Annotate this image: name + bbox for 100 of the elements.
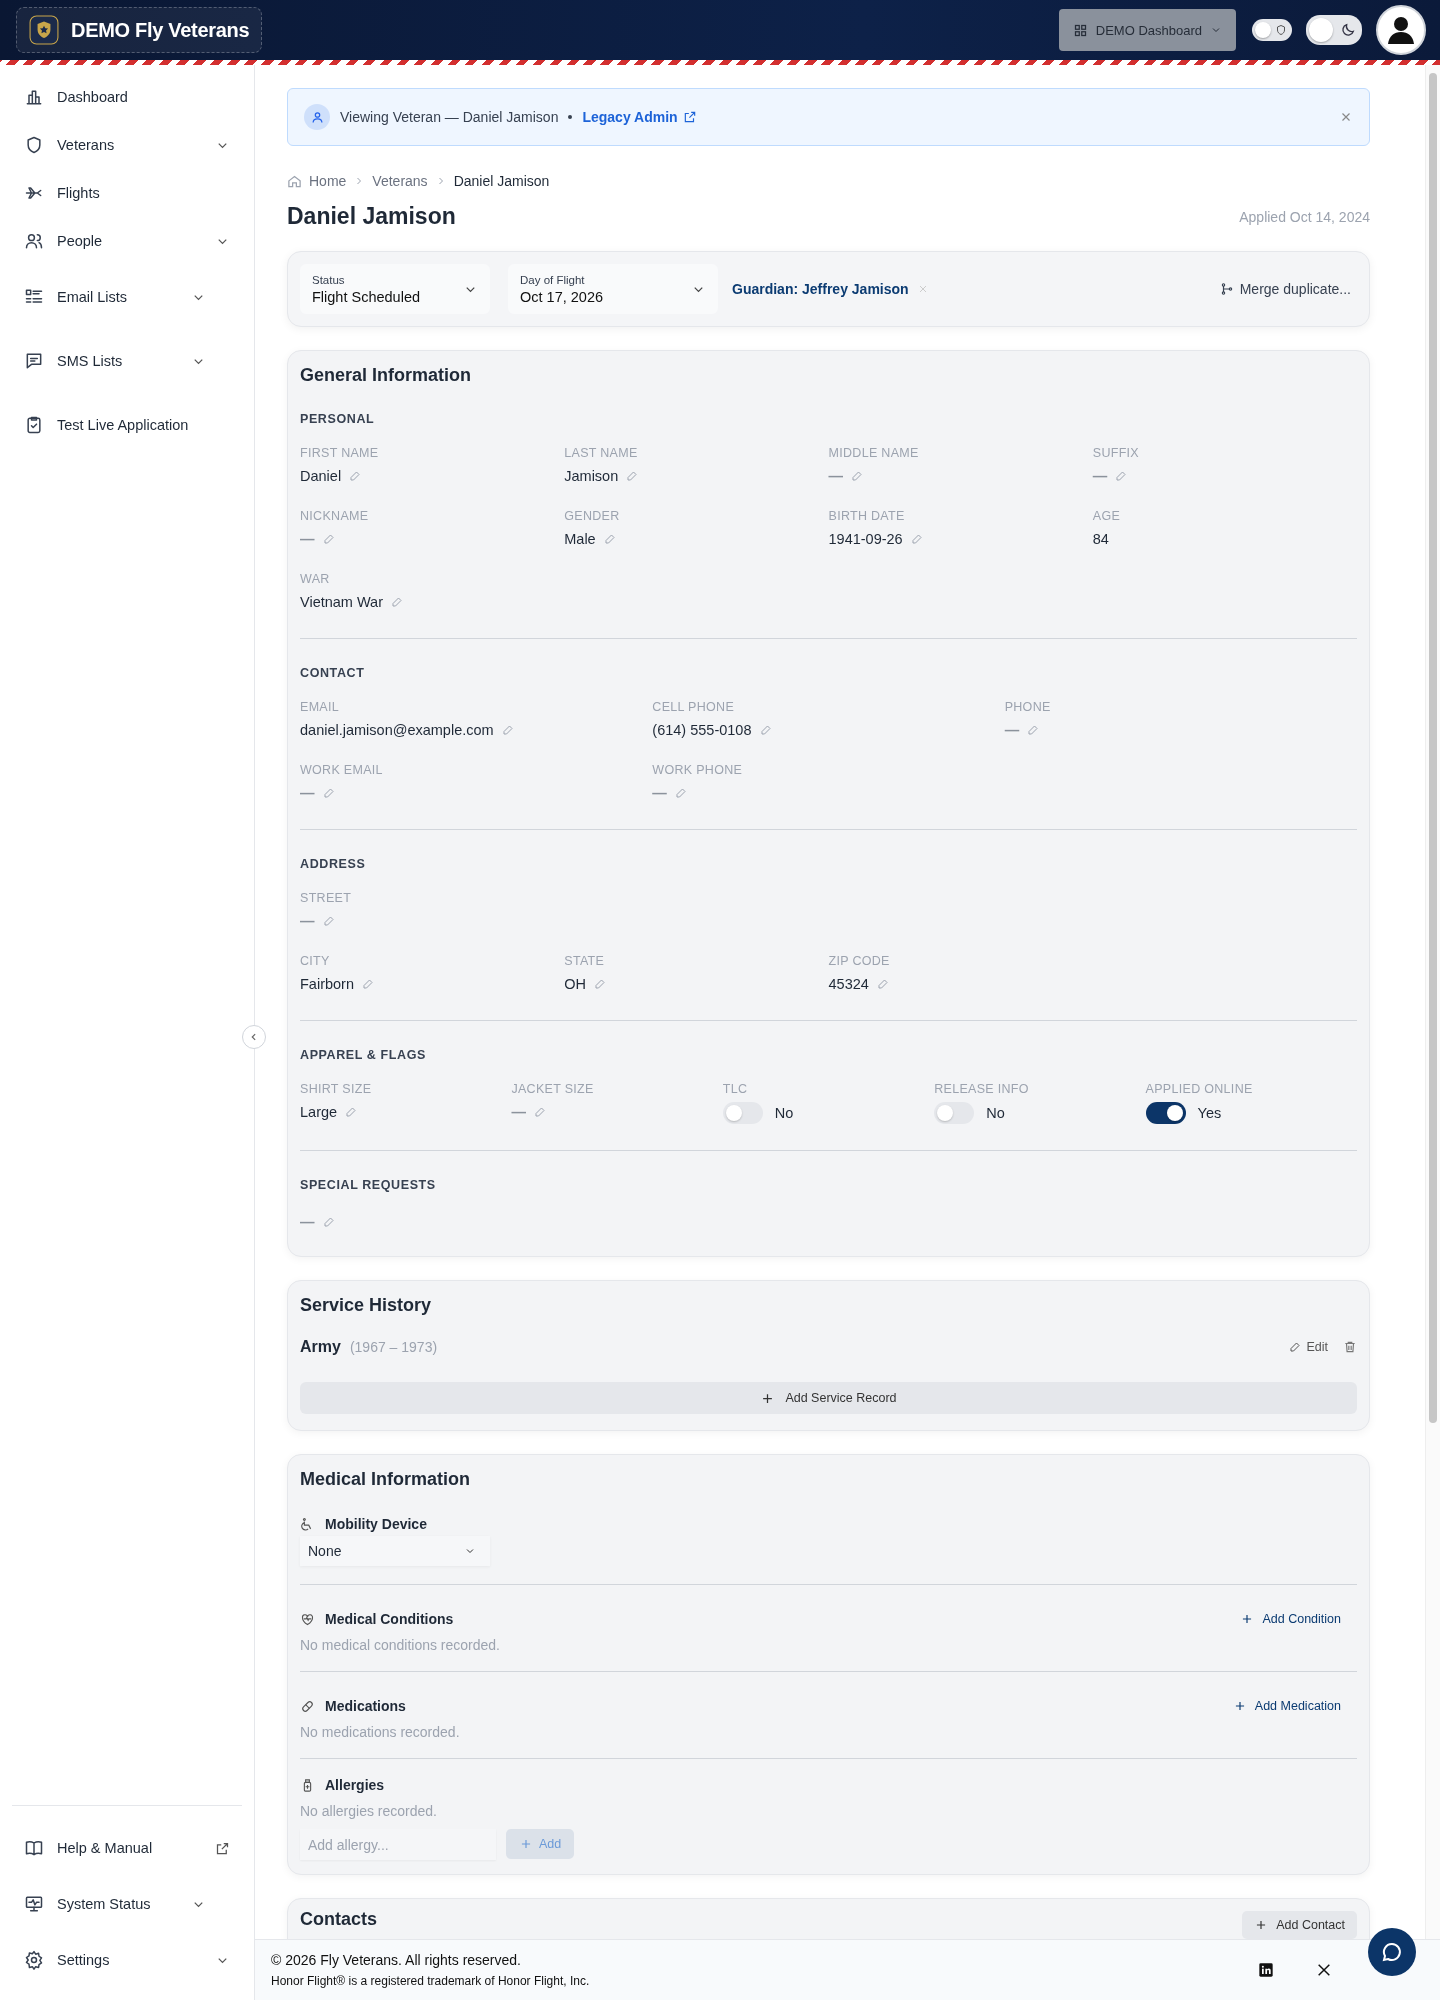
pencil-icon[interactable] — [626, 470, 639, 482]
sidebar-item[interactable]: Email Lists — [0, 273, 254, 321]
add-contact-button[interactable]: Add Contact — [1242, 1911, 1357, 1939]
brand-badge[interactable]: DEMO Fly Veterans — [16, 7, 263, 53]
field-label: EMAIL — [300, 700, 340, 714]
field-label: TLC — [722, 1082, 749, 1096]
linkedin-icon[interactable] — [1258, 1962, 1274, 1978]
shield-icon — [24, 135, 44, 155]
breadcrumb-link[interactable]: Home — [309, 173, 347, 189]
pencil-icon[interactable] — [322, 533, 335, 545]
pill-icon — [300, 1698, 315, 1714]
section-title: ADDRESS — [300, 857, 367, 871]
pencil-icon[interactable] — [594, 978, 606, 990]
pencil-icon[interactable] — [533, 1106, 546, 1118]
toggle-label: Yes — [1197, 1105, 1222, 1121]
add-button[interactable]: Add Medication — [1226, 1698, 1347, 1714]
toggle-label: No — [986, 1105, 1005, 1121]
pencil-icon[interactable] — [345, 1106, 358, 1118]
pencil-icon[interactable] — [603, 533, 616, 545]
shield-icon — [1275, 24, 1287, 36]
home-icon[interactable] — [287, 173, 302, 189]
field-label: CELL PHONE — [652, 700, 736, 714]
mobility-select[interactable]: None — [300, 1536, 490, 1566]
field-label: NICKNAME — [300, 509, 370, 523]
moon-icon — [1340, 22, 1356, 38]
sidebar-item[interactable]: Settings — [12, 1932, 242, 1988]
field-value: daniel.jamison@example.com — [300, 722, 494, 738]
add-service-record-button[interactable]: Add Service Record — [300, 1382, 1357, 1414]
card-title: Service History — [300, 1295, 433, 1316]
field-label: JACKET SIZE — [511, 1082, 595, 1096]
toggle-switch[interactable] — [1145, 1102, 1186, 1124]
shield-logo-icon — [29, 15, 59, 45]
section-title: APPAREL & FLAGS — [300, 1048, 427, 1062]
subsection-title: Medications — [325, 1698, 406, 1714]
pencil-icon[interactable] — [362, 978, 374, 990]
sidebar-item[interactable]: Veterans — [0, 121, 254, 169]
field-label: GENDER — [564, 509, 621, 523]
guardian-link[interactable]: Guardian: Jeffrey Jamison — [732, 281, 909, 297]
scrollbar-thumb[interactable] — [1429, 73, 1437, 1423]
flight-day-select[interactable]: Day of Flight Oct 17, 2026 — [508, 264, 718, 314]
people-icon — [24, 231, 44, 251]
legacy-admin-link[interactable]: Legacy Admin — [582, 109, 697, 125]
x-icon[interactable] — [1316, 1962, 1332, 1978]
field-value: OH — [564, 976, 586, 992]
message-icon — [24, 351, 44, 371]
field-value: — — [300, 913, 315, 929]
edit-button[interactable]: Edit — [1283, 1339, 1334, 1355]
shield-switch[interactable] — [1252, 19, 1292, 41]
field-label: SHIRT SIZE — [300, 1082, 373, 1096]
field-label: BIRTH DATE — [828, 509, 906, 523]
merge-duplicates-button[interactable]: Merge duplicate... — [1213, 280, 1357, 298]
pencil-icon[interactable] — [674, 787, 687, 799]
avatar[interactable] — [1376, 5, 1426, 55]
pencil-icon[interactable] — [1027, 724, 1040, 736]
trademark-text: Honor Flight® is a registered trademark of Honor Flight, Inc. — [271, 1974, 590, 1988]
field-value: Jamison — [564, 468, 619, 484]
chat-bubble-icon — [1380, 1940, 1404, 1964]
page-title: Daniel Jamison — [287, 203, 456, 230]
add-button[interactable]: Add Condition — [1234, 1611, 1347, 1627]
field-value: — — [300, 1214, 315, 1230]
external-link-icon — [682, 110, 697, 124]
separator-dot — [568, 115, 573, 119]
empty-message: No medical conditions recorded. — [300, 1637, 501, 1653]
trash-icon[interactable] — [1343, 1340, 1357, 1354]
pencil-icon[interactable] — [322, 787, 335, 799]
collapse-sidebar-button[interactable] — [242, 1025, 266, 1049]
field-label: WAR — [300, 572, 331, 586]
section-title: CONTACT — [300, 666, 366, 680]
pencil-icon[interactable] — [322, 1216, 335, 1228]
pencil-icon[interactable] — [851, 470, 863, 482]
copyright-text: © 2026 Fly Veterans. All rights reserved. — [271, 1952, 522, 1968]
allergy-input[interactable]: Add allergy... — [300, 1829, 496, 1860]
field-value: Daniel — [300, 468, 342, 484]
status-select[interactable]: Status Flight Scheduled — [300, 264, 490, 314]
chat-button[interactable] — [1368, 1928, 1416, 1976]
sidebar-item[interactable]: System Status — [12, 1876, 242, 1932]
sidebar-item[interactable]: Flights — [0, 169, 254, 217]
toggle-switch[interactable] — [934, 1102, 975, 1124]
theme-switch[interactable] — [1306, 15, 1362, 45]
sidebar-item[interactable]: Test Live Application — [0, 401, 254, 449]
field-value: Fairborn — [300, 976, 354, 992]
sidebar-item[interactable]: SMS Lists — [0, 337, 254, 385]
grid-icon — [1072, 22, 1088, 38]
pencil-icon[interactable] — [876, 978, 889, 990]
pencil-icon[interactable] — [501, 724, 514, 736]
pencil-icon[interactable] — [910, 533, 923, 545]
toggle-switch[interactable] — [722, 1102, 763, 1124]
pencil-icon[interactable] — [759, 724, 772, 736]
field-label: WORK PHONE — [652, 763, 744, 777]
breadcrumb-link[interactable]: Veterans — [372, 173, 428, 189]
sidebar-item[interactable]: People — [0, 217, 254, 265]
pencil-icon[interactable] — [349, 470, 362, 482]
pencil-icon[interactable] — [322, 915, 335, 927]
pencil-icon[interactable] — [1115, 470, 1128, 482]
empty-message: No allergies recorded. — [300, 1803, 438, 1819]
sidebar-item[interactable]: Help & Manual — [12, 1820, 242, 1876]
pencil-icon[interactable] — [391, 596, 403, 608]
branch-name: Army — [300, 1338, 341, 1356]
sidebar-item[interactable]: Dashboard — [0, 73, 254, 121]
field-label: SUFFIX — [1092, 446, 1140, 460]
